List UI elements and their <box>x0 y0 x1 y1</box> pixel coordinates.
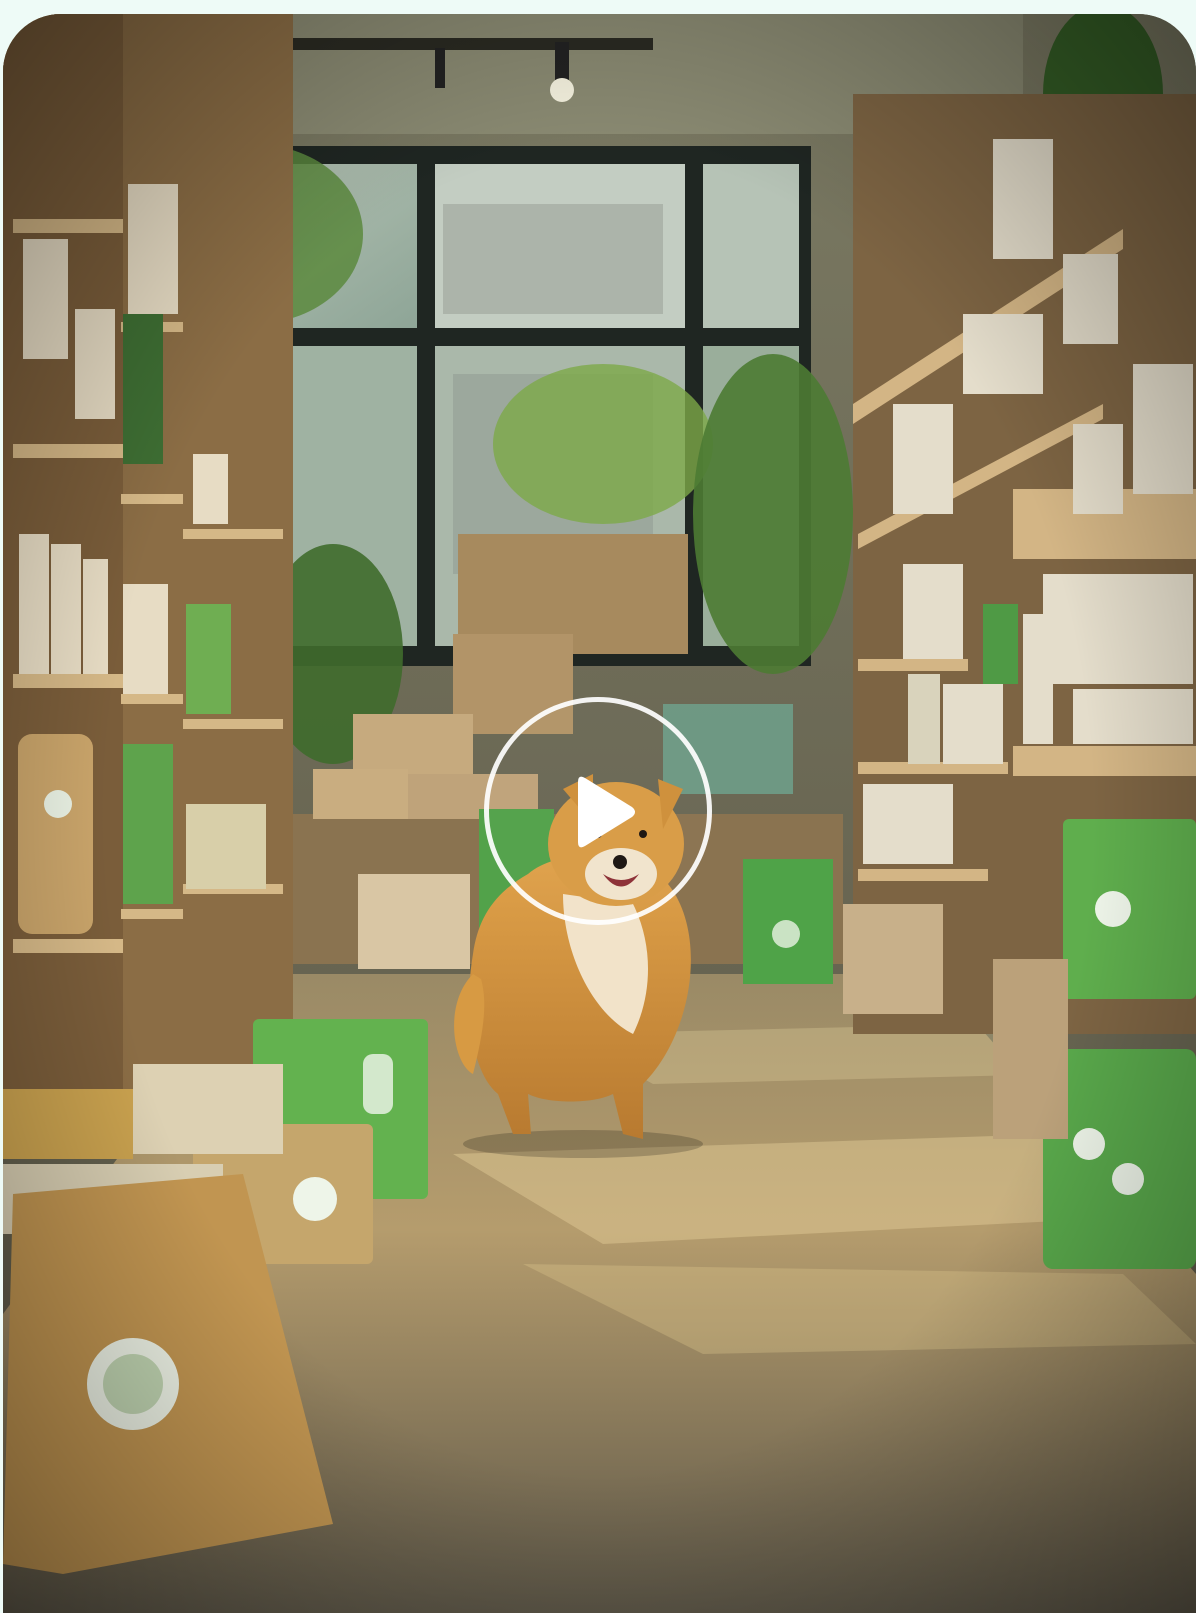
play-button[interactable] <box>484 697 712 925</box>
video-thumbnail[interactable] <box>3 14 1196 1613</box>
play-icon <box>578 776 635 848</box>
